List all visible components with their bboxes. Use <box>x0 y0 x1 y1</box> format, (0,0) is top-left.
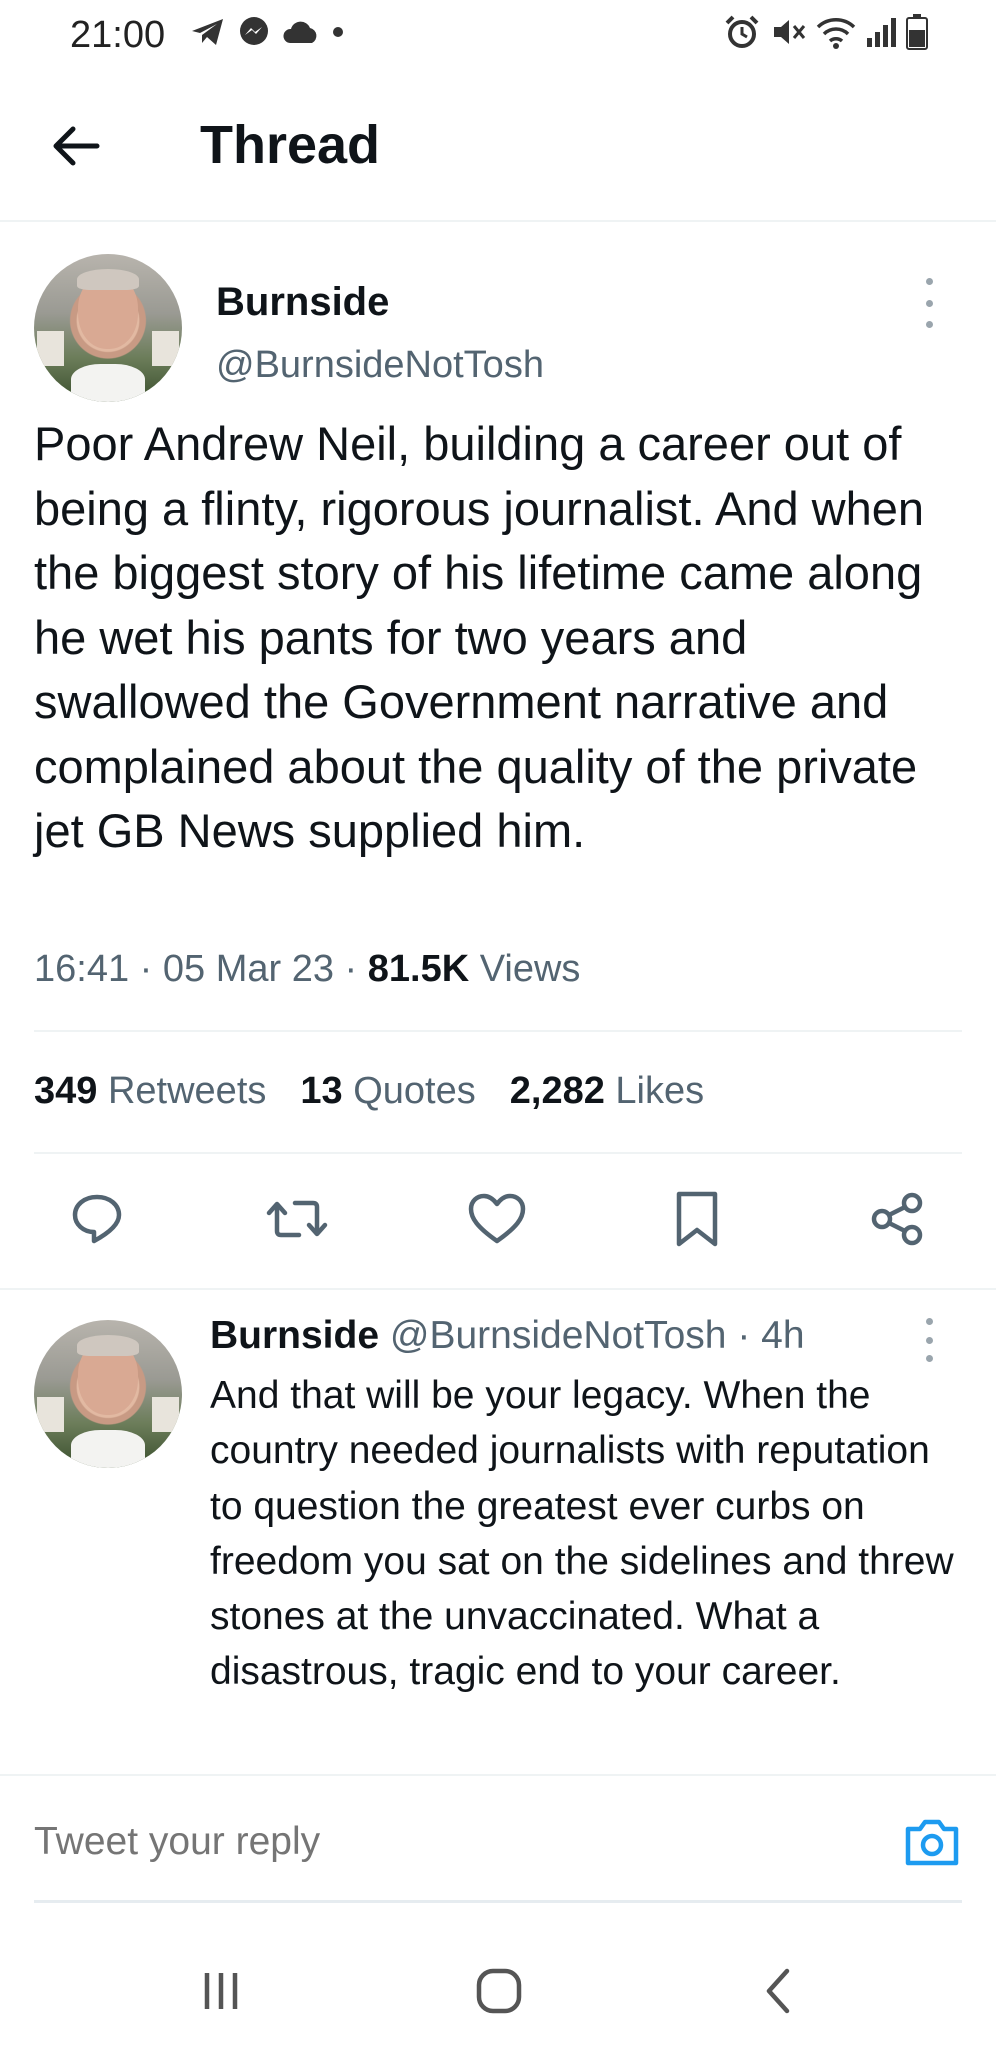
more-options-button[interactable] <box>914 278 944 328</box>
app-header: Thread <box>0 80 996 222</box>
status-bar: 21:00 <box>0 0 996 70</box>
divider <box>34 1152 962 1154</box>
recent-apps-icon <box>204 1973 238 2009</box>
arrow-left-icon <box>53 126 100 166</box>
avatar[interactable] <box>34 254 182 402</box>
wifi-icon <box>816 18 856 49</box>
dot-icon <box>333 27 343 37</box>
views-label: Views <box>479 948 581 990</box>
reply-text: And that will be your legacy. When the c… <box>210 1374 954 1694</box>
more-dot <box>925 278 933 285</box>
meta-separator: · <box>344 948 368 990</box>
status-left-icons <box>190 16 344 48</box>
more-dot <box>925 1336 933 1344</box>
more-dot <box>925 299 933 307</box>
quotes-count: 13 <box>300 1070 343 1112</box>
battery-icon <box>906 14 928 50</box>
reply-author-handle[interactable]: @BurnsideNotTosh <box>390 1314 727 1357</box>
reply-avatar[interactable] <box>34 1320 182 1468</box>
author-handle[interactable]: @BurnsideNotTosh <box>216 344 544 387</box>
separator <box>0 1774 996 1776</box>
camera-button[interactable] <box>902 1812 962 1872</box>
mute-icon <box>774 20 806 44</box>
reply-input[interactable] <box>34 1820 854 1864</box>
divider <box>34 1030 962 1032</box>
author-name[interactable]: Burnside <box>216 280 389 325</box>
tweet-actions <box>0 1184 996 1264</box>
status-time: 21:00 <box>70 14 166 56</box>
likes-stat[interactable]: 2,282 Likes <box>510 1070 704 1113</box>
quotes-label: Quotes <box>353 1070 476 1112</box>
reply-button[interactable] <box>62 1184 132 1254</box>
views-count: 81.5K <box>367 948 470 990</box>
more-dot <box>925 321 933 328</box>
system-back-button[interactable] <box>744 1956 814 2026</box>
retweets-count: 349 <box>34 1070 98 1112</box>
telegram-icon <box>192 19 223 45</box>
tweet-date[interactable]: 05 Mar 23 <box>163 948 334 990</box>
thread-separator <box>0 1288 996 1290</box>
quotes-stat[interactable]: 13 Quotes <box>300 1070 475 1113</box>
reply-icon <box>72 1194 122 1244</box>
signal-icon <box>867 18 896 47</box>
meta-separator: · <box>139 948 163 990</box>
likes-label: Likes <box>615 1070 705 1112</box>
status-right-icons <box>724 14 928 50</box>
retweets-stat[interactable]: 349 Retweets <box>34 1070 266 1113</box>
page-title: Thread <box>200 115 381 175</box>
meta-separator: · <box>737 1314 762 1357</box>
like-icon <box>468 1193 526 1244</box>
tweet-time[interactable]: 16:41 <box>34 948 129 990</box>
more-dot <box>925 1318 933 1325</box>
alarm-icon <box>725 15 759 48</box>
system-nav-bar <box>0 1920 996 2048</box>
messenger-icon <box>240 17 268 45</box>
reply-composer <box>34 1790 962 1903</box>
cloud-icon <box>283 21 317 43</box>
reply-header: Burnside @BurnsideNotTosh · 4h <box>210 1314 805 1358</box>
reply-more-options-button[interactable] <box>914 1318 944 1362</box>
reply-author-name[interactable]: Burnside <box>210 1314 379 1357</box>
bookmark-icon <box>676 1191 718 1247</box>
like-button[interactable] <box>462 1184 532 1254</box>
reply-age[interactable]: 4h <box>761 1314 804 1357</box>
bookmark-button[interactable] <box>662 1184 732 1254</box>
more-dot <box>925 1355 933 1362</box>
likes-count: 2,282 <box>509 1070 605 1112</box>
tweet-meta: 16:41 · 05 Mar 23 · 81.5K Views <box>34 948 580 991</box>
retweet-icon <box>266 1200 328 1238</box>
back-button[interactable] <box>46 116 106 176</box>
home-icon <box>476 1968 522 2014</box>
share-icon <box>871 1192 923 1246</box>
back-icon <box>766 1968 790 2014</box>
tweet-stats: 349 Retweets 13 Quotes 2,282 Likes <box>34 1070 704 1113</box>
camera-icon <box>905 1819 959 1866</box>
recent-apps-button[interactable] <box>186 1956 256 2026</box>
share-button[interactable] <box>862 1184 932 1254</box>
home-button[interactable] <box>464 1956 534 2026</box>
retweet-button[interactable] <box>262 1184 332 1254</box>
retweets-label: Retweets <box>107 1070 267 1112</box>
tweet-text: Poor Andrew Neil, building a career out … <box>34 417 925 857</box>
